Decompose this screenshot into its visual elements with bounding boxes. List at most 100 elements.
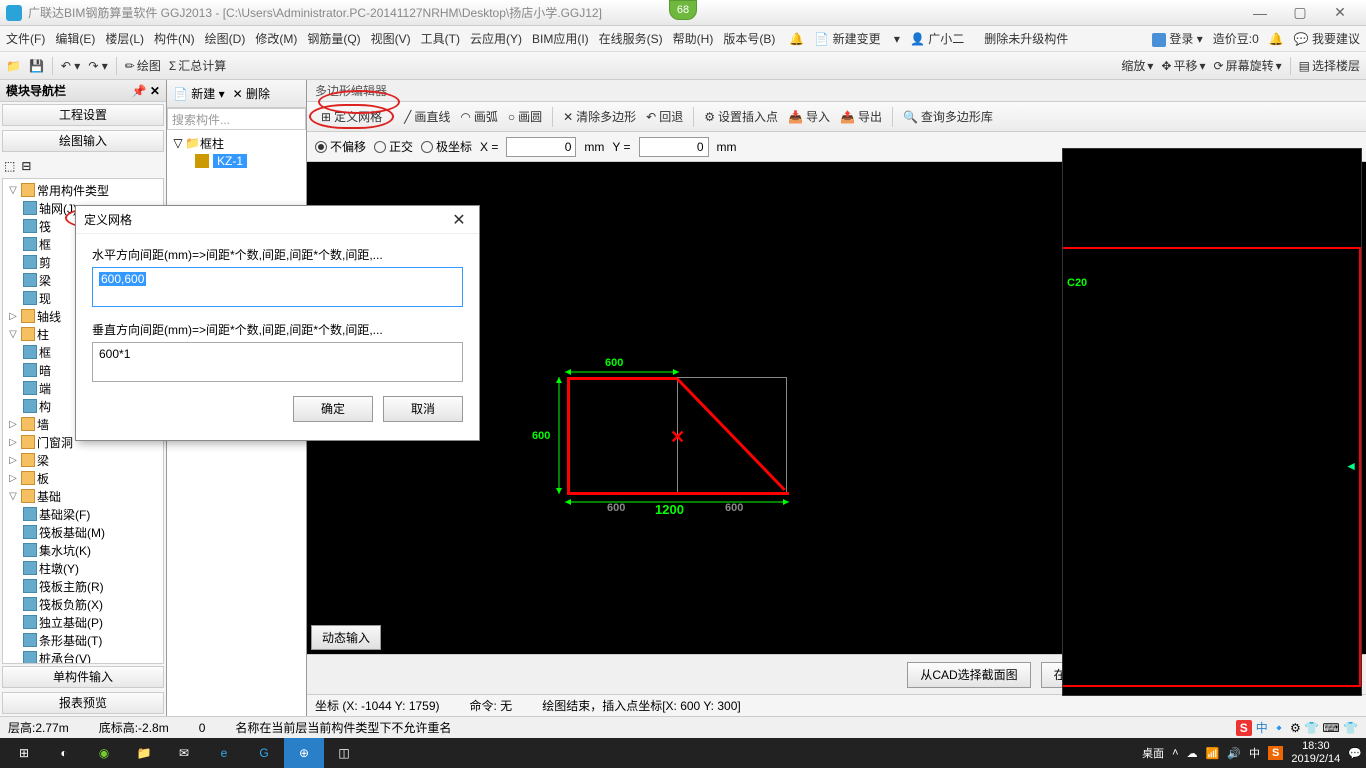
dialog-close-button[interactable]: ✕ <box>447 210 471 230</box>
tree-f-item[interactable]: 独立基础(P) <box>39 614 103 631</box>
tree-wall[interactable]: 墙 <box>37 416 49 433</box>
menu-user[interactable]: 👤 广小二 <box>910 30 974 47</box>
menu-component[interactable]: 构件(N) <box>154 30 195 47</box>
export-button[interactable]: 📤 导出 <box>840 108 882 125</box>
tb-undo[interactable]: ↶ ▾ <box>61 59 80 73</box>
undo-button[interactable]: ↶ 回退 <box>646 108 683 125</box>
import-button[interactable]: 📥 导入 <box>788 108 830 125</box>
tree-item[interactable]: 剪 <box>39 254 51 271</box>
tree-f-item[interactable]: 桩承台(V) <box>39 650 91 665</box>
task-app1[interactable]: ◉ <box>84 738 124 768</box>
tb-sum[interactable]: Σ 汇总计算 <box>169 57 226 74</box>
tb-draw[interactable]: ✏ 绘图 <box>125 57 161 74</box>
nav-single-input[interactable]: 单构件输入 <box>2 666 164 688</box>
taskbar-up-icon[interactable]: ˄ <box>1172 747 1178 759</box>
menu-draw[interactable]: 绘图(D) <box>205 30 246 47</box>
menu-view[interactable]: 视图(V) <box>371 30 411 47</box>
h-spacing-input[interactable]: 600,600 <box>92 267 463 307</box>
menu-del-old[interactable]: 删除未升级构件 <box>984 30 1068 47</box>
tree-foundation[interactable]: 基础 <box>37 488 61 505</box>
taskbar-desktop[interactable]: 桌面 <box>1142 745 1164 761</box>
query-lib-button[interactable]: 🔍 查询多边形库 <box>903 108 993 125</box>
login-button[interactable]: 登录 ▾ <box>1152 30 1203 47</box>
taskbar-date[interactable]: 2019/2/14 <box>1291 753 1340 766</box>
task-app2[interactable]: G <box>244 738 284 768</box>
tree-column[interactable]: 柱 <box>37 326 49 343</box>
list-new-button[interactable]: 📄 新建 ▾ <box>173 85 225 102</box>
nav-report[interactable]: 报表预览 <box>2 692 164 714</box>
menu-tools[interactable]: 工具(T) <box>421 30 460 47</box>
draw-line-button[interactable]: ╱ 画直线 <box>404 108 450 125</box>
tree-axis[interactable]: 轴网(J) <box>39 200 77 217</box>
ime-label[interactable]: 中 <box>1256 719 1268 736</box>
taskbar-cloud-icon[interactable]: ☁ <box>1187 747 1198 760</box>
radio-ortho[interactable]: 正交 <box>374 138 413 155</box>
tree-f-item[interactable]: 基础梁(F) <box>39 506 90 523</box>
notification-badge[interactable]: 68 <box>669 0 697 20</box>
tree-f-item[interactable]: 条形基础(T) <box>39 632 102 649</box>
tree-slab[interactable]: 板 <box>37 470 49 487</box>
menu-modify[interactable]: 修改(M) <box>255 30 297 47</box>
nav-expand-icon[interactable]: ⬚ <box>4 159 15 173</box>
nav-collapse-icon[interactable]: ⊟ <box>21 159 31 173</box>
task-app3[interactable]: ◫ <box>324 738 364 768</box>
menu-edit[interactable]: 编辑(E) <box>55 30 95 47</box>
tree-item[interactable]: 框 <box>39 236 51 253</box>
tree-item[interactable]: 现 <box>39 290 51 307</box>
task-mail[interactable]: ✉ <box>164 738 204 768</box>
tree-f-item[interactable]: 筏板主筋(R) <box>39 578 104 595</box>
tb-save[interactable]: 💾 <box>29 59 44 73</box>
menu-bim[interactable]: BIM应用(I) <box>532 30 589 47</box>
tree-root[interactable]: 常用构件类型 <box>37 182 109 199</box>
price-beans[interactable]: 造价豆:0 <box>1213 30 1259 47</box>
tb-select-floor[interactable]: ▤ 选择楼层 <box>1299 57 1360 74</box>
tree-item[interactable]: 梁 <box>39 272 51 289</box>
menu-cloud[interactable]: 云应用(Y) <box>470 30 522 47</box>
v-spacing-input[interactable]: 600*1 <box>92 342 463 382</box>
draw-circle-button[interactable]: ○ 画圆 <box>508 108 542 125</box>
task-edge[interactable]: e <box>204 738 244 768</box>
tree-beam[interactable]: 梁 <box>37 452 49 469</box>
tree-f-item[interactable]: 筏板负筋(X) <box>39 596 103 613</box>
x-input[interactable]: 0 <box>506 137 576 157</box>
cad-select-button[interactable]: 从CAD选择截面图 <box>907 662 1030 688</box>
taskbar-wifi-icon[interactable]: 📶 <box>1206 747 1220 760</box>
menu-new-change[interactable]: 📄 新建变更 ▾ <box>814 30 900 47</box>
taskbar-volume-icon[interactable]: 🔊 <box>1227 747 1241 760</box>
dynamic-input-toggle[interactable]: 动态输入 <box>311 625 381 650</box>
taskbar-notifications[interactable]: 💬 <box>1348 747 1362 760</box>
minimize-button[interactable]: — <box>1240 5 1280 21</box>
list-root[interactable]: 框柱 <box>200 135 224 152</box>
dialog-ok-button[interactable]: 确定 <box>293 396 373 422</box>
list-delete-button[interactable]: ✕ 删除 <box>233 85 270 102</box>
dialog-cancel-button[interactable]: 取消 <box>383 396 463 422</box>
set-insert-point-button[interactable]: ⚙ 设置插入点 <box>704 108 778 125</box>
suggest-button[interactable]: 💬 我要建议 <box>1294 30 1360 47</box>
tree-sub[interactable]: 框 <box>39 344 51 361</box>
tree-sub[interactable]: 暗 <box>39 362 51 379</box>
menu-help[interactable]: 帮助(H) <box>673 30 714 47</box>
tb-zoom[interactable]: 缩放 ▾ <box>1121 57 1153 74</box>
tree-sub[interactable]: 端 <box>39 380 51 397</box>
task-cortana[interactable]: ◐ <box>44 738 84 768</box>
draw-arc-button[interactable]: ◠ 画弧 <box>460 108 498 125</box>
tree-f-item[interactable]: 筏板基础(M) <box>39 524 105 541</box>
tree-item[interactable]: 筏 <box>39 218 51 235</box>
taskbar-time[interactable]: 18:30 <box>1291 740 1340 753</box>
tree-f-item[interactable]: 集水坑(K) <box>39 542 91 559</box>
menu-version[interactable]: 版本号(B) <box>723 30 775 47</box>
menu-floor[interactable]: 楼层(L) <box>105 30 144 47</box>
radio-no-offset[interactable]: 不偏移 <box>315 138 366 155</box>
define-grid-button[interactable]: ⊞ 定义网格 <box>309 104 394 129</box>
list-item-selected[interactable]: KZ-1 <box>213 154 247 168</box>
tb-open[interactable]: 📁 <box>6 59 21 73</box>
tree-door[interactable]: 门窗洞 <box>37 434 73 451</box>
tb-redo[interactable]: ↷ ▾ <box>88 59 107 73</box>
taskbar-sogou[interactable]: S <box>1268 746 1283 760</box>
task-explorer[interactable]: 📁 <box>124 738 164 768</box>
close-button[interactable]: ✕ <box>1320 4 1360 21</box>
ime-indicator[interactable]: S <box>1236 720 1252 736</box>
start-button[interactable]: ⊞ <box>4 738 44 768</box>
taskbar-ime[interactable]: 中 <box>1249 745 1260 761</box>
tree-f-item[interactable]: 柱墩(Y) <box>39 560 79 577</box>
